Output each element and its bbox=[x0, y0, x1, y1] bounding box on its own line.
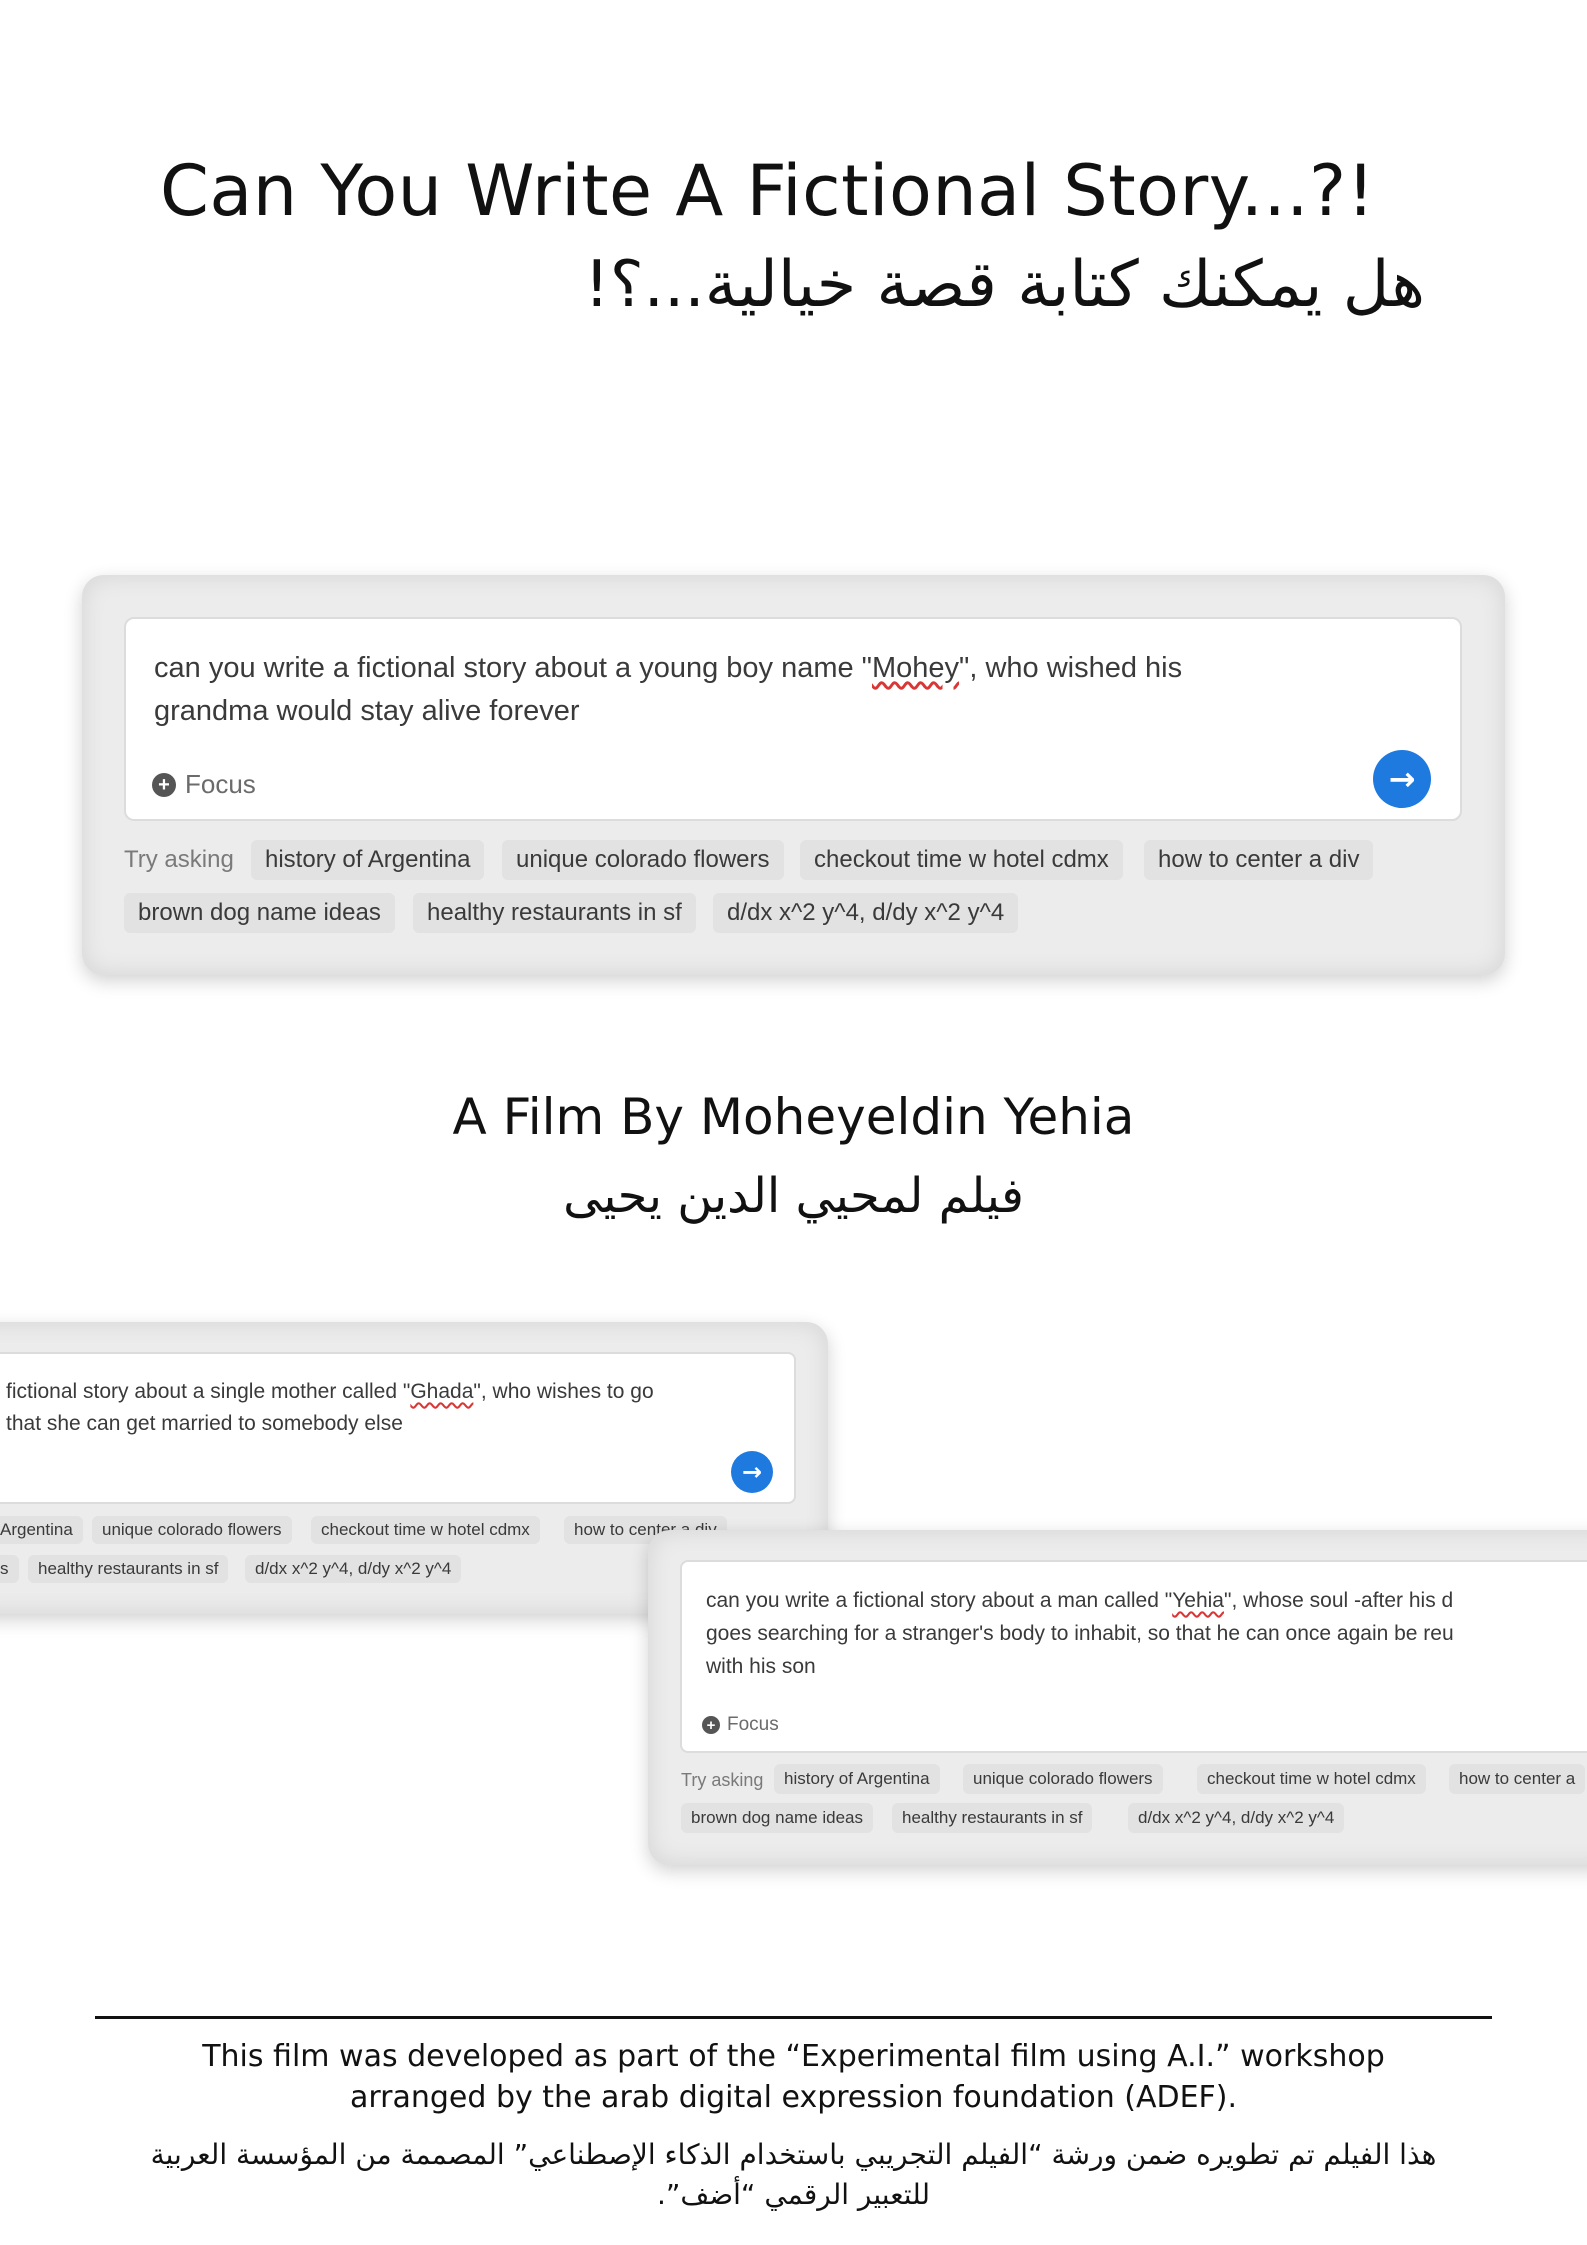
suggestion-chip[interactable]: checkout time w hotel cdmx bbox=[800, 840, 1123, 880]
suggestion-chip[interactable]: brown dog name ideas bbox=[681, 1803, 874, 1833]
footer-credit-arabic: هذا الفيلم تم تطويره ضمن ورشة “الفيلم ال… bbox=[150, 2138, 1437, 2211]
arrow-right-icon: → bbox=[741, 1458, 763, 1486]
suggestion-chip[interactable]: unique colorado flowers bbox=[92, 1516, 292, 1544]
suggestion-chip[interactable]: Argentina bbox=[0, 1516, 83, 1544]
search-input-box[interactable]: can you write a fictional story about a … bbox=[124, 617, 1462, 821]
page-title-arabic: هل يمكنك كتابة قصة خيالية...؟! bbox=[584, 248, 1425, 322]
send-button[interactable]: → bbox=[1373, 750, 1431, 808]
footer-divider bbox=[95, 2016, 1492, 2019]
search-query-text[interactable]: fictional story about a single mother ca… bbox=[6, 1376, 654, 1440]
focus-label: Focus bbox=[727, 1714, 779, 1735]
suggestion-chip[interactable]: checkout time w hotel cdmx bbox=[311, 1516, 540, 1544]
page-title: Can You Write A Fictional Story...?! bbox=[160, 150, 1376, 232]
plus-circle-icon: + bbox=[702, 1716, 720, 1734]
suggestion-chip[interactable]: history of Argentina bbox=[774, 1764, 940, 1794]
suggestion-chip[interactable]: how to center a div bbox=[1144, 840, 1374, 880]
suggestion-chip[interactable]: healthy restaurants in sf bbox=[413, 893, 696, 933]
search-card-main: can you write a fictional story about a … bbox=[82, 575, 1505, 975]
suggestion-chip[interactable]: s bbox=[0, 1555, 19, 1583]
suggestion-chip[interactable]: history of Argentina bbox=[251, 840, 485, 880]
send-button[interactable]: → bbox=[731, 1451, 773, 1493]
focus-button[interactable]: + Focus bbox=[152, 769, 256, 800]
search-query-text[interactable]: can you write a fictional story about a … bbox=[154, 647, 1182, 733]
suggestion-chip[interactable]: unique colorado flowers bbox=[502, 840, 784, 880]
suggestion-chip[interactable]: how to center a bbox=[1449, 1764, 1586, 1794]
search-input-box[interactable]: can you write a fictional story about a … bbox=[680, 1560, 1587, 1753]
suggestion-chip[interactable]: d/dx x^2 y^4, d/dy x^2 y^4 bbox=[713, 893, 1019, 933]
suggestion-chip[interactable]: checkout time w hotel cdmx bbox=[1197, 1764, 1426, 1794]
suggestion-chip[interactable]: unique colorado flowers bbox=[963, 1764, 1163, 1794]
arrow-right-icon: → bbox=[1388, 760, 1416, 798]
suggestion-chip[interactable]: healthy restaurants in sf bbox=[28, 1555, 229, 1583]
suggestion-chip[interactable]: healthy restaurants in sf bbox=[892, 1803, 1093, 1833]
query-name-misspelled: Mohey bbox=[871, 652, 960, 684]
suggestion-chip[interactable]: d/dx x^2 y^4, d/dy x^2 y^4 bbox=[245, 1555, 462, 1583]
focus-button[interactable]: + Focus bbox=[702, 1714, 779, 1736]
try-asking-label: Try asking bbox=[681, 1770, 764, 1790]
film-credit-arabic: فيلم لمحيي الدين يحيى bbox=[563, 1168, 1024, 1224]
search-query-text[interactable]: can you write a fictional story about a … bbox=[706, 1584, 1454, 1683]
footer-credit: This film was developed as part of the “… bbox=[202, 2039, 1385, 2115]
search-input-box[interactable]: fictional story about a single mother ca… bbox=[0, 1352, 796, 1504]
query-name-misspelled: Ghada bbox=[410, 1380, 474, 1403]
suggestion-chip[interactable]: d/dx x^2 y^4, d/dy x^2 y^4 bbox=[1128, 1803, 1345, 1833]
focus-label: Focus bbox=[185, 769, 256, 799]
search-card-right: can you write a fictional story about a … bbox=[648, 1530, 1587, 1865]
query-name-misspelled: Yehia bbox=[1172, 1589, 1224, 1612]
film-credit: A Film By Moheyeldin Yehia bbox=[452, 1088, 1135, 1146]
plus-circle-icon: + bbox=[152, 772, 176, 797]
try-asking-label: Try asking bbox=[124, 846, 234, 873]
suggestion-chip[interactable]: brown dog name ideas bbox=[124, 893, 395, 933]
